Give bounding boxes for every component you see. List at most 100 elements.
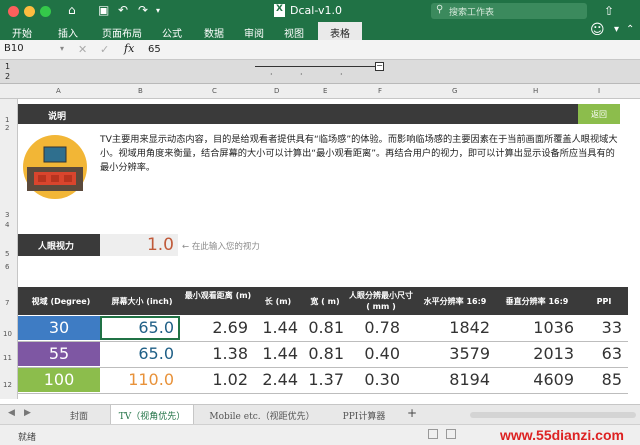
column-header-b[interactable]: B (138, 87, 143, 95)
min-distance-cell[interactable]: 1.38 (184, 344, 248, 363)
name-box[interactable]: B10 (4, 43, 24, 54)
more-icon[interactable]: ▾ (156, 6, 160, 15)
ribbon-tabs: 开始 插入 页面布局 公式 数据 审阅 视图 表格 ☺ ▾ ⌃ (0, 22, 640, 40)
zoom-window-button[interactable] (40, 6, 51, 17)
cabinet-drawer (51, 175, 59, 182)
undo-icon[interactable]: ↶ (118, 3, 128, 17)
ribbon-dropdown-icon[interactable]: ▾ (614, 24, 619, 35)
column-header-d[interactable]: D (274, 87, 279, 95)
tab-page-layout[interactable]: 页面布局 (102, 25, 142, 40)
width-cell[interactable]: 1.37 (302, 370, 344, 389)
redo-icon[interactable]: ↷ (138, 3, 148, 17)
confirm-edit-icon[interactable]: ✓ (100, 43, 109, 56)
row-header[interactable]: 12 (3, 381, 12, 389)
group-level-2[interactable]: 2 (5, 72, 10, 81)
column-header-a[interactable]: A (56, 87, 61, 95)
row-header[interactable]: 1 (5, 116, 9, 124)
degree-cell[interactable]: 30 (18, 316, 100, 340)
header-length: 长 (m) (264, 297, 292, 306)
add-sheet-button[interactable]: + (400, 405, 424, 425)
tv-screen-icon (43, 146, 67, 163)
outline-group-line (255, 66, 380, 67)
column-headers: A B C D E F G H I (0, 84, 640, 99)
sheet-tab-mobile[interactable]: Mobile etc.（视距优先） (196, 405, 328, 425)
row-header[interactable]: 4 (5, 221, 9, 229)
row-header[interactable]: 10 (3, 330, 12, 338)
horizontal-scrollbar[interactable] (470, 412, 636, 418)
ppi-cell[interactable]: 85 (582, 370, 622, 389)
v-resolution-cell[interactable]: 4609 (496, 370, 574, 389)
tab-home[interactable]: 开始 (12, 25, 32, 40)
width-cell[interactable]: 0.81 (302, 318, 344, 337)
group-level-1[interactable]: 1 (5, 62, 10, 71)
min-resolve-cell[interactable]: 0.40 (348, 344, 400, 363)
tab-formulas[interactable]: 公式 (162, 25, 182, 40)
min-resolve-cell[interactable]: 0.30 (348, 370, 400, 389)
h-resolution-cell[interactable]: 1842 (416, 318, 490, 337)
function-icon[interactable]: fx (124, 42, 134, 55)
feedback-smiley-icon[interactable]: ☺ (590, 22, 605, 38)
sheet-tab-tv-active[interactable]: TV（视角优先） (110, 405, 194, 425)
screen-size-cell[interactable]: 65.0 (104, 318, 174, 337)
tab-table-active[interactable]: 表格 (318, 22, 362, 40)
column-header-g[interactable]: G (452, 87, 457, 95)
tab-review[interactable]: 审阅 (244, 25, 264, 40)
row-header[interactable]: 5 (5, 250, 9, 258)
min-distance-cell[interactable]: 2.69 (184, 318, 248, 337)
length-cell[interactable]: 1.44 (254, 344, 298, 363)
namebox-dropdown-icon[interactable]: ▾ (60, 44, 64, 53)
close-window-button[interactable] (8, 6, 19, 17)
min-resolve-cell[interactable]: 0.78 (348, 318, 400, 337)
home-icon[interactable]: ⌂ (68, 3, 76, 17)
cabinet-drawer (64, 175, 72, 182)
width-cell[interactable]: 0.81 (302, 344, 344, 363)
degree-cell[interactable]: 100 (18, 368, 100, 392)
search-icon: ⚲ (436, 4, 444, 15)
prev-sheet-icon[interactable]: ◀ (8, 408, 15, 418)
v-resolution-cell[interactable]: 2013 (496, 344, 574, 363)
normal-view-icon[interactable] (428, 429, 438, 439)
length-cell[interactable]: 2.44 (254, 370, 298, 389)
h-resolution-cell[interactable]: 3579 (416, 344, 490, 363)
tab-insert[interactable]: 插入 (58, 25, 78, 40)
table-row: 55 65.0 1.38 1.44 0.81 0.40 3579 2013 63 (18, 342, 628, 366)
eyesight-label: 人眼视力 (18, 234, 100, 256)
row-header[interactable]: 7 (5, 299, 9, 307)
degree-cell[interactable]: 55 (18, 342, 100, 366)
eyesight-input[interactable]: 1.0 (100, 234, 178, 256)
return-button[interactable]: 返回 (578, 104, 620, 124)
column-header-h[interactable]: H (533, 87, 538, 95)
row-header[interactable]: 11 (3, 354, 12, 362)
h-resolution-cell[interactable]: 8194 (416, 370, 490, 389)
share-icon[interactable]: ⇧ (604, 4, 614, 18)
formula-input[interactable]: 65 (148, 44, 161, 55)
row-header[interactable]: 2 (5, 124, 9, 132)
explanation-header: 说明 (18, 104, 578, 124)
column-header-c[interactable]: C (212, 87, 217, 95)
length-cell[interactable]: 1.44 (254, 318, 298, 337)
min-distance-cell[interactable]: 1.02 (184, 370, 248, 389)
screen-size-cell[interactable]: 110.0 (104, 370, 174, 389)
collapse-group-button[interactable]: − (375, 62, 384, 71)
search-sheet-input[interactable]: ⚲ 搜索工作表 (431, 3, 587, 19)
column-header-e[interactable]: E (323, 87, 327, 95)
sheet-tab-ppi[interactable]: PPI计算器 (330, 405, 398, 425)
tab-view[interactable]: 视图 (284, 25, 304, 40)
next-sheet-icon[interactable]: ▶ (24, 408, 31, 418)
save-icon[interactable]: ▣ (98, 3, 109, 17)
ppi-cell[interactable]: 63 (582, 344, 622, 363)
header-width: 宽 ( m) (310, 297, 340, 306)
sheet-tab-cover[interactable]: 封面 (48, 405, 110, 425)
collapse-ribbon-icon[interactable]: ⌃ (626, 24, 634, 35)
screen-size-cell[interactable]: 65.0 (104, 344, 174, 363)
tab-data[interactable]: 数据 (204, 25, 224, 40)
column-header-i[interactable]: I (598, 87, 600, 95)
column-header-f[interactable]: F (378, 87, 382, 95)
minimize-window-button[interactable] (24, 6, 35, 17)
ppi-cell[interactable]: 33 (582, 318, 622, 337)
row-header[interactable]: 6 (5, 263, 9, 271)
row-header[interactable]: 3 (5, 211, 9, 219)
page-layout-view-icon[interactable] (446, 429, 456, 439)
cancel-edit-icon[interactable]: ✕ (78, 43, 87, 56)
v-resolution-cell[interactable]: 1036 (496, 318, 574, 337)
